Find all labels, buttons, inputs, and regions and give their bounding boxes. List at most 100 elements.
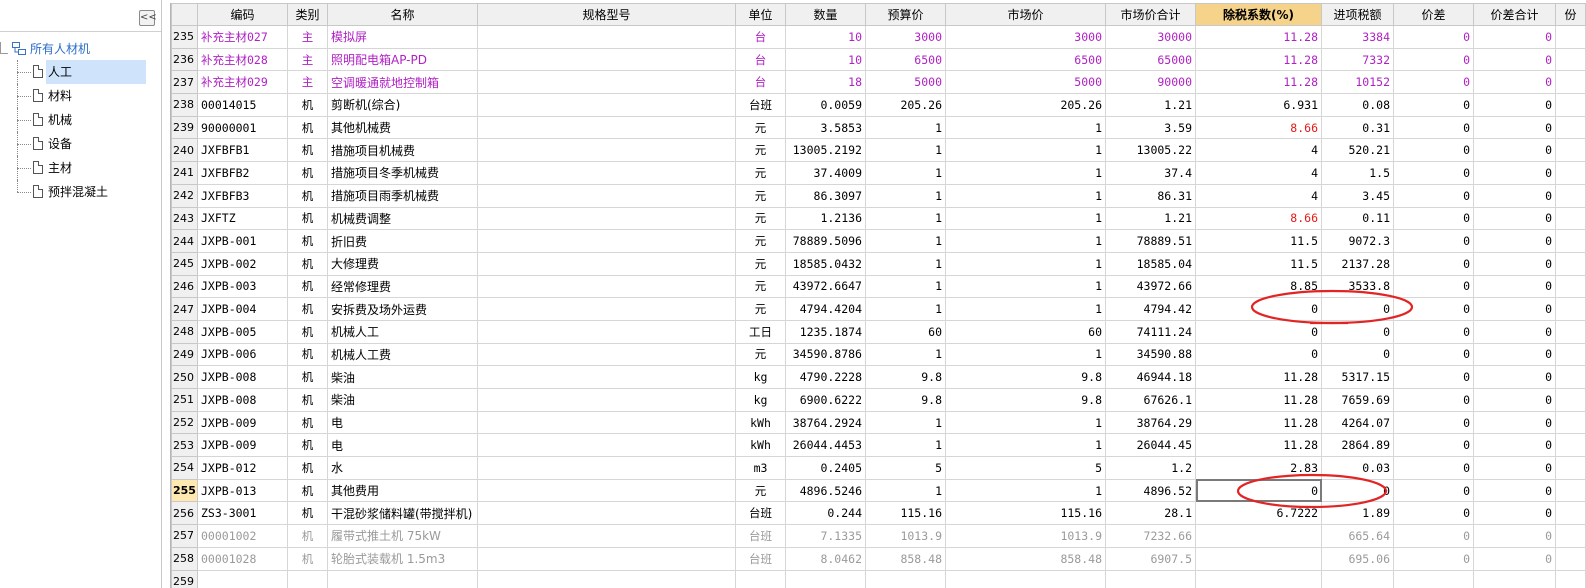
cell-total[interactable]: 4896.52 [1105, 478, 1196, 503]
row-number[interactable]: 258 [171, 546, 198, 571]
row-number[interactable]: 247 [171, 297, 198, 321]
cell-dsum[interactable]: 0 [1473, 70, 1556, 95]
cell-budget[interactable]: 1013.9 [865, 524, 946, 548]
cell-type[interactable]: 机 [287, 524, 328, 548]
tree-item[interactable]: 人工 [0, 60, 162, 84]
cell-dsum[interactable] [1473, 569, 1556, 588]
cell-total[interactable]: 28.1 [1105, 501, 1196, 526]
collapse-panel-button[interactable]: << [139, 10, 157, 26]
cell-market[interactable]: 1 [945, 138, 1106, 163]
column-header[interactable]: 除税系数(%) [1195, 3, 1322, 26]
cell-tax[interactable]: 3.45 [1321, 183, 1394, 208]
cell-dsum[interactable]: 0 [1473, 342, 1556, 367]
cell-spec[interactable] [477, 319, 736, 344]
cell-dsum[interactable]: 0 [1473, 115, 1556, 140]
cell-total[interactable]: 65000 [1105, 47, 1196, 72]
cell-type[interactable]: 机 [287, 365, 328, 389]
cell-code[interactable]: 补充主材027 [197, 25, 288, 49]
cell-dsum[interactable]: 0 [1473, 161, 1556, 185]
cell-name[interactable]: 轮胎式装载机 1.5m3 [327, 546, 478, 571]
cell-extra[interactable] [1555, 501, 1586, 526]
cell-budget[interactable]: 1 [865, 206, 946, 231]
cell-unit[interactable]: 元 [735, 251, 786, 276]
cell-dsum[interactable]: 0 [1473, 388, 1556, 412]
cell-type[interactable]: 机 [287, 410, 328, 435]
column-header[interactable]: 单位 [735, 3, 786, 26]
cell-dsum[interactable]: 0 [1473, 524, 1556, 548]
cell-dsum[interactable]: 0 [1473, 546, 1556, 571]
cell-type[interactable]: 机 [287, 251, 328, 276]
cell-budget[interactable]: 9.8 [865, 388, 946, 412]
cell-name[interactable]: 剪断机(综合) [327, 93, 478, 117]
cell-type[interactable]: 机 [287, 274, 328, 299]
cell-code[interactable]: JXPB-004 [197, 297, 288, 321]
cell-diff[interactable]: 0 [1393, 70, 1474, 95]
row-number[interactable]: 248 [171, 319, 198, 344]
cell-market[interactable]: 1 [945, 433, 1106, 458]
cell-tax[interactable]: 4264.07 [1321, 410, 1394, 435]
cell-coef[interactable]: 0 [1195, 297, 1322, 321]
table-row[interactable]: 250 JXPB-008 机柴油 kg 4790.2228 9.8 9.8 46944.18 1… [171, 365, 1586, 389]
cell-qty[interactable]: 1.2136 [785, 206, 866, 231]
cell-spec[interactable] [477, 47, 736, 72]
cell-spec[interactable] [477, 138, 736, 163]
cell-unit[interactable] [735, 569, 786, 588]
cell-coef[interactable] [1195, 546, 1322, 571]
cell-unit[interactable]: kWh [735, 410, 786, 435]
cell-spec[interactable] [477, 433, 736, 458]
cell-type[interactable]: 机 [287, 342, 328, 367]
cell-qty[interactable] [785, 569, 866, 588]
cell-tax[interactable]: 5317.15 [1321, 365, 1394, 389]
cell-code[interactable]: 补充主材028 [197, 47, 288, 72]
column-header[interactable]: 市场价合计 [1105, 3, 1196, 26]
cell-budget[interactable]: 1 [865, 297, 946, 321]
cell-qty[interactable]: 43972.6647 [785, 274, 866, 299]
cell-tax[interactable]: 0.11 [1321, 206, 1394, 231]
cell-name[interactable]: 模拟屏 [327, 25, 478, 49]
cell-tax[interactable] [1321, 569, 1394, 588]
cell-qty[interactable]: 4896.5246 [785, 478, 866, 503]
cell-spec[interactable] [477, 229, 736, 253]
cell-type[interactable]: 机 [287, 161, 328, 185]
row-number[interactable]: 254 [171, 456, 198, 480]
row-number[interactable]: 238 [171, 93, 198, 117]
cell-total[interactable]: 74111.24 [1105, 319, 1196, 344]
cell-extra[interactable] [1555, 342, 1586, 367]
row-number[interactable]: 249 [171, 342, 198, 367]
cell-budget[interactable]: 1 [865, 410, 946, 435]
row-number[interactable]: 257 [171, 524, 198, 548]
cell-spec[interactable] [477, 569, 736, 588]
table-row[interactable]: 243 JXFTZ 机机械费调整元 1.2136 1 1 1.21 8.66 0.11 0 0 [171, 206, 1586, 231]
cell-unit[interactable]: 台 [735, 25, 786, 49]
cell-unit[interactable]: m3 [735, 456, 786, 480]
row-number[interactable]: 253 [171, 433, 198, 458]
tree-item[interactable]: 主材 [0, 156, 162, 180]
cell-code[interactable] [197, 569, 288, 588]
cell-spec[interactable] [477, 161, 736, 185]
cell-extra[interactable] [1555, 274, 1586, 299]
column-header[interactable]: 预算价 [865, 3, 946, 26]
cell-coef[interactable]: 11.28 [1195, 365, 1322, 389]
cell-tax[interactable]: 0 [1321, 478, 1394, 503]
cell-code[interactable]: JXPB-012 [197, 456, 288, 480]
table-row[interactable]: 236 补充主材028 主照明配电箱AP-PD 台 10 6500 6500 65000 11.… [171, 47, 1586, 72]
cell-tax[interactable]: 1.89 [1321, 501, 1394, 526]
cell-qty[interactable]: 34590.8786 [785, 342, 866, 367]
column-header[interactable]: 份 [1555, 3, 1586, 26]
tree-item[interactable]: 预拌混凝土 [0, 180, 162, 204]
cell-qty[interactable]: 78889.5096 [785, 229, 866, 253]
cell-coef[interactable] [1195, 569, 1322, 588]
cell-type[interactable]: 机 [287, 138, 328, 163]
cell-extra[interactable] [1555, 206, 1586, 231]
cell-unit[interactable]: 台班 [735, 501, 786, 526]
cell-tax[interactable]: 0 [1321, 342, 1394, 367]
cell-code[interactable]: 90000001 [197, 115, 288, 140]
cell-budget[interactable]: 1 [865, 251, 946, 276]
cell-extra[interactable] [1555, 161, 1586, 185]
cell-code[interactable]: 补充主材029 [197, 70, 288, 95]
cell-unit[interactable]: 台 [735, 70, 786, 95]
cell-dsum[interactable]: 0 [1473, 138, 1556, 163]
cell-budget[interactable]: 3000 [865, 25, 946, 49]
cell-unit[interactable]: kWh [735, 433, 786, 458]
cell-market[interactable]: 1 [945, 251, 1106, 276]
